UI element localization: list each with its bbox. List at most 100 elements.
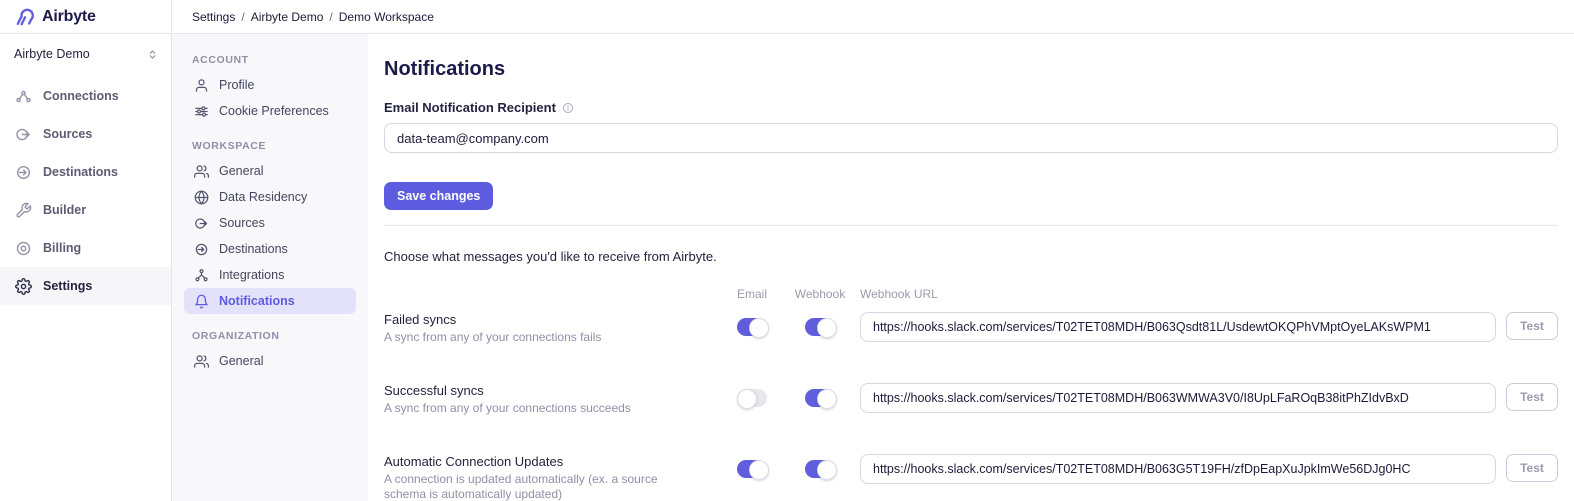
sidebar-item-label: Destinations xyxy=(43,165,118,179)
bell-icon xyxy=(194,294,209,309)
row-description: A connection is updated automatically (e… xyxy=(384,472,696,501)
wrench-icon xyxy=(14,201,32,219)
table-header-row: Email Webhook Webhook URL xyxy=(384,287,1558,301)
email-toggle[interactable] xyxy=(737,318,767,336)
settings-nav-section-organization: ORGANIZATION General xyxy=(184,330,356,374)
nav-item-label: Notifications xyxy=(219,294,295,308)
nav-item-label: Sources xyxy=(219,216,265,230)
airbyte-logo[interactable]: Airbyte xyxy=(0,0,171,34)
email-column-header: Email xyxy=(724,287,780,301)
sidebar-item-sources[interactable]: Sources xyxy=(0,115,171,153)
user-icon xyxy=(194,78,209,93)
sidebar-item-builder[interactable]: Builder xyxy=(0,191,171,229)
row-description: A sync from any of your connections fail… xyxy=(384,330,696,345)
webhook-url-input[interactable] xyxy=(860,383,1496,413)
source-arrow-icon xyxy=(14,125,32,143)
sidebar-item-label: Billing xyxy=(43,241,81,255)
settings-nav-section-account: ACCOUNT Profile xyxy=(184,54,356,124)
users-icon xyxy=(194,354,209,369)
brand-name: Airbyte xyxy=(42,8,96,26)
sidebar-item-destinations[interactable]: Destinations xyxy=(0,153,171,191)
breadcrumb-org[interactable]: Airbyte Demo xyxy=(251,10,324,24)
notifications-description: Choose what messages you'd like to recei… xyxy=(384,249,1558,264)
nav-item-label: Data Residency xyxy=(219,190,307,204)
test-webhook-button[interactable]: Test xyxy=(1506,312,1558,340)
integrations-icon xyxy=(194,268,209,283)
notifications-table: Email Webhook Webhook URL Failed syncs A… xyxy=(384,287,1558,501)
webhook-toggle[interactable] xyxy=(805,389,835,407)
sidebar-item-label: Builder xyxy=(43,203,86,217)
topbar: Settings / Airbyte Demo / Demo Workspace xyxy=(172,0,1574,34)
email-recipient-label: Email Notification Recipient xyxy=(384,100,556,115)
nav-item-label: Cookie Preferences xyxy=(219,104,329,118)
sliders-icon xyxy=(194,104,209,119)
sidebar-item-label: Sources xyxy=(43,127,92,141)
test-webhook-button[interactable]: Test xyxy=(1506,383,1558,411)
notifications-page: Notifications Email Notification Recipie… xyxy=(368,34,1574,501)
breadcrumb: Settings / Airbyte Demo / Demo Workspace xyxy=(192,10,434,24)
users-icon xyxy=(194,164,209,179)
settings-nav-section-workspace: WORKSPACE General xyxy=(184,140,356,314)
page-title: Notifications xyxy=(384,58,1558,81)
settings-nav-item-data-residency[interactable]: Data Residency xyxy=(184,184,356,210)
email-recipient-input[interactable] xyxy=(384,123,1558,153)
globe-icon xyxy=(194,190,209,205)
save-changes-button[interactable]: Save changes xyxy=(384,182,493,210)
settings-nav-item-general[interactable]: General xyxy=(184,158,356,184)
nav-item-label: General xyxy=(219,164,263,178)
info-icon xyxy=(562,102,574,114)
section-divider xyxy=(384,225,1558,226)
breadcrumb-separator: / xyxy=(329,10,332,24)
webhook-toggle[interactable] xyxy=(805,460,835,478)
settings-nav-item-profile[interactable]: Profile xyxy=(184,72,356,98)
sidebar-item-label: Connections xyxy=(43,89,119,103)
email-toggle[interactable] xyxy=(737,389,767,407)
row-title: Successful syncs xyxy=(384,383,696,398)
settings-nav: ACCOUNT Profile xyxy=(172,34,368,501)
section-title: WORKSPACE xyxy=(184,140,356,152)
airbyte-logo-icon xyxy=(13,6,35,28)
gear-icon xyxy=(14,277,32,295)
source-arrow-icon xyxy=(194,216,209,231)
breadcrumb-settings[interactable]: Settings xyxy=(192,10,235,24)
sidebar-item-billing[interactable]: Billing xyxy=(0,229,171,267)
destination-arrow-icon xyxy=(14,163,32,181)
nav-item-label: Integrations xyxy=(219,268,284,282)
destination-arrow-icon xyxy=(194,242,209,257)
nav-item-label: General xyxy=(219,354,263,368)
settings-nav-item-cookie-preferences[interactable]: Cookie Preferences xyxy=(184,98,356,124)
webhook-url-input[interactable] xyxy=(860,312,1496,342)
settings-nav-item-org-general[interactable]: General xyxy=(184,348,356,374)
webhook-toggle[interactable] xyxy=(805,318,835,336)
section-title: ORGANIZATION xyxy=(184,330,356,342)
breadcrumb-separator: / xyxy=(241,10,244,24)
settings-nav-item-notifications[interactable]: Notifications xyxy=(184,288,356,314)
workspace-selector[interactable]: Airbyte Demo xyxy=(0,34,171,69)
table-row-failed-syncs: Failed syncs A sync from any of your con… xyxy=(384,312,1558,345)
email-toggle[interactable] xyxy=(737,460,767,478)
nav-item-label: Profile xyxy=(219,78,254,92)
row-title: Failed syncs xyxy=(384,312,696,327)
sidebar-item-connections[interactable]: Connections xyxy=(0,77,171,115)
webhook-url-column-header: Webhook URL xyxy=(860,287,1496,301)
app-sidebar: Airbyte Airbyte Demo Connections xyxy=(0,0,172,501)
test-webhook-button[interactable]: Test xyxy=(1506,454,1558,482)
workspace-name: Airbyte Demo xyxy=(14,47,90,61)
connections-icon xyxy=(14,87,32,105)
app-root: Airbyte Airbyte Demo Connections xyxy=(0,0,1574,501)
settings-nav-item-integrations[interactable]: Integrations xyxy=(184,262,356,288)
coin-icon xyxy=(14,239,32,257)
table-row-successful-syncs: Successful syncs A sync from any of your… xyxy=(384,383,1558,416)
sidebar-item-settings[interactable]: Settings xyxy=(0,267,171,305)
primary-nav: Connections Sources Destinations xyxy=(0,77,171,305)
webhook-column-header: Webhook xyxy=(790,287,850,301)
settings-nav-item-sources[interactable]: Sources xyxy=(184,210,356,236)
row-title: Automatic Connection Updates xyxy=(384,454,696,469)
sidebar-item-label: Settings xyxy=(43,279,92,293)
main-column: Settings / Airbyte Demo / Demo Workspace… xyxy=(172,0,1574,501)
row-description: A sync from any of your connections succ… xyxy=(384,401,696,416)
nav-item-label: Destinations xyxy=(219,242,288,256)
webhook-url-input[interactable] xyxy=(860,454,1496,484)
settings-nav-item-destinations[interactable]: Destinations xyxy=(184,236,356,262)
breadcrumb-workspace[interactable]: Demo Workspace xyxy=(339,10,434,24)
